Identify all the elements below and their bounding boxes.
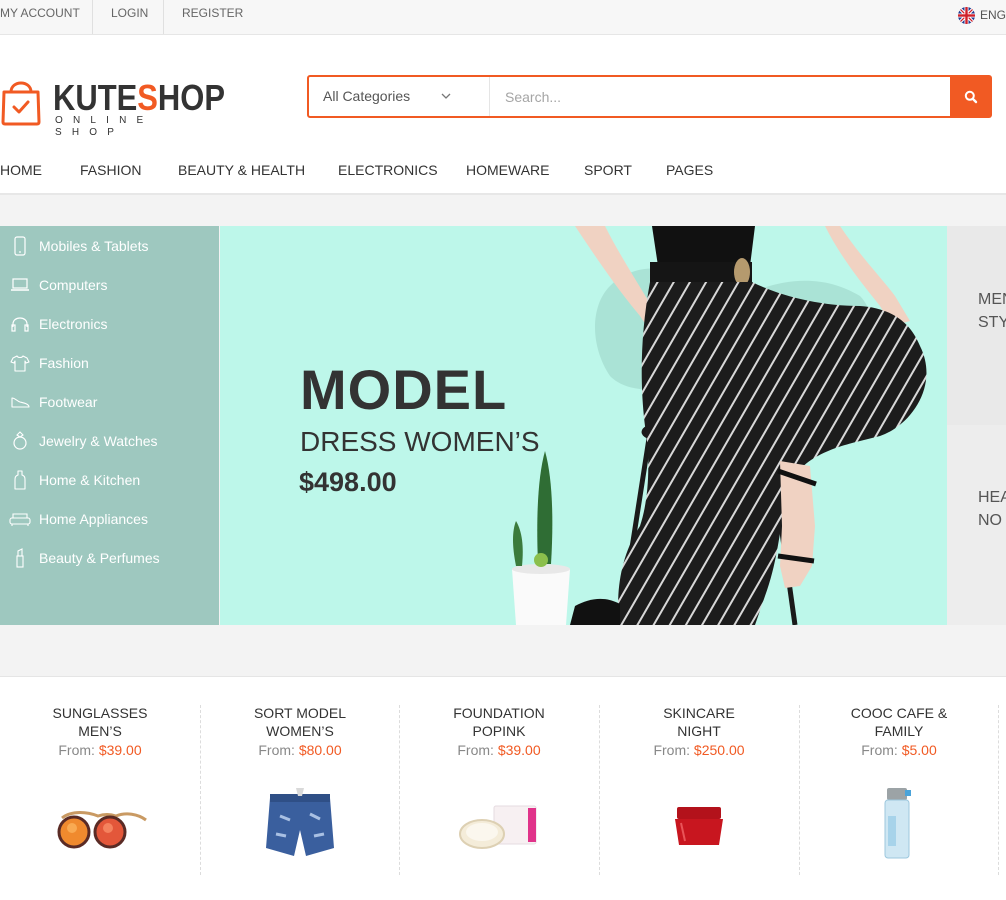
sunglasses-image (50, 786, 150, 866)
bottle-icon (0, 469, 40, 490)
shopping-bag-icon (1, 81, 41, 126)
language-label: ENG (980, 8, 1006, 22)
search-button[interactable] (950, 75, 992, 118)
nav-item-pages[interactable]: PAGES (666, 150, 713, 190)
nav-item-fashion[interactable]: FASHION (80, 150, 141, 190)
banner-title: MODEL (300, 358, 508, 421)
search-bar: All Categories (307, 75, 992, 118)
site-logo[interactable]: KUTESHOP ONLINE SHOP (0, 74, 230, 138)
category-item-beauty-perfumes[interactable]: Beauty & Perfumes (0, 538, 219, 577)
top-bar: MY ACCOUNT LOGIN REGISTER ENG (0, 0, 1006, 35)
banner-subtitle: DRESS WOMEN’S (300, 426, 540, 457)
register-link[interactable]: REGISTER (182, 0, 243, 34)
uk-flag-icon (958, 6, 975, 24)
product-card[interactable]: SUNGLASSES MEN’S From: $39.00 (0, 676, 200, 876)
product-price: From: $80.00 (258, 742, 342, 758)
headphones-icon (0, 315, 40, 333)
product-divider (998, 705, 999, 875)
product-name: SKINCARE NIGHT (663, 705, 735, 739)
nav-item-homeware[interactable]: HOMEWARE (466, 150, 549, 190)
category-label: Footwear (39, 393, 98, 410)
product-price: From: $250.00 (653, 742, 745, 758)
cushion-compact-image (449, 786, 549, 866)
logo-wordmark: KUTESHOP (53, 77, 226, 118)
product-card[interactable]: COOC CAFE & FAMILY From: $5.00 (799, 676, 999, 876)
top-bar-divider (92, 0, 93, 34)
lipstick-icon (0, 547, 40, 568)
category-label: Home & Kitchen (39, 471, 141, 488)
language-selector[interactable]: ENG (958, 6, 1006, 24)
promo-line: NO (978, 512, 1002, 529)
water-bottle-image (849, 786, 949, 866)
top-bar-divider (163, 0, 164, 34)
denim-shorts-image (250, 786, 350, 866)
product-name: COOC CAFE & FAMILY (850, 705, 948, 739)
promo-line: STY (978, 314, 1006, 331)
category-label: Electronics (39, 315, 108, 332)
category-item-home-kitchen[interactable]: Home & Kitchen (0, 460, 219, 499)
product-card[interactable]: SORT MODEL WOMEN’S From: $80.00 (200, 676, 400, 876)
category-item-computers[interactable]: Computers (0, 265, 219, 304)
category-item-electronics[interactable]: Electronics (0, 304, 219, 343)
category-select[interactable]: All Categories (309, 77, 490, 116)
hero-banner[interactable]: MODEL DRESS WOMEN’S $498.00 (220, 226, 947, 625)
login-link[interactable]: LOGIN (111, 0, 148, 34)
promo-line: MEN (978, 291, 1006, 308)
my-account-link[interactable]: MY ACCOUNT (0, 0, 80, 34)
banner-price: $498.00 (299, 467, 397, 497)
product-name: FOUNDATION POPINK (453, 705, 545, 739)
cream-jar-image (649, 786, 749, 866)
category-label: Computers (39, 276, 108, 293)
search-input[interactable] (491, 77, 949, 116)
promo-line: HEA (978, 489, 1006, 506)
chevron-down-icon (441, 77, 451, 133)
search-icon (964, 90, 978, 103)
product-price: From: $5.00 (861, 742, 937, 758)
category-item-fashion[interactable]: Fashion (0, 343, 219, 382)
nav-item-home[interactable]: HOME (0, 150, 42, 190)
product-card[interactable]: FOUNDATION POPINK From: $39.00 (399, 676, 599, 876)
category-label: Mobiles & Tablets (39, 237, 149, 254)
product-price: From: $39.00 (58, 742, 142, 758)
ring-icon (0, 430, 40, 451)
category-label: Beauty & Perfumes (39, 549, 160, 566)
laptop-icon (0, 277, 40, 293)
category-label: Home Appliances (39, 510, 148, 527)
category-select-value: All Categories (323, 88, 411, 104)
product-name: SORT MODEL WOMEN’S (253, 705, 347, 739)
category-menu: Mobiles & Tablets Computers Electronics … (0, 226, 219, 625)
shoe-icon (0, 394, 40, 410)
category-item-mobiles-tablets[interactable]: Mobiles & Tablets (0, 226, 219, 265)
nav-item-sport[interactable]: SPORT (584, 150, 632, 190)
category-item-jewelry-watches[interactable]: Jewelry & Watches (0, 421, 219, 460)
category-item-footwear[interactable]: Footwear (0, 382, 219, 421)
nav-item-electronics[interactable]: ELECTRONICS (338, 150, 438, 190)
nav-item-beauty-health[interactable]: BEAUTY & HEALTH (178, 150, 305, 190)
category-label: Jewelry & Watches (39, 432, 158, 449)
category-item-home-appliances[interactable]: Home Appliances (0, 499, 219, 538)
product-name: SUNGLASSES MEN’S (52, 705, 148, 739)
side-promo-health[interactable]: HEA NO (947, 425, 1006, 625)
main-navigation: HOME FASHION BEAUTY & HEALTH ELECTRONICS… (0, 150, 1006, 195)
product-price: From: $39.00 (457, 742, 541, 758)
logo-tagline: ONLINE SHOP (55, 115, 154, 138)
category-label: Fashion (39, 354, 89, 371)
side-promo-men[interactable]: MEN STY (947, 226, 1006, 425)
tshirt-icon (0, 354, 40, 372)
mobile-icon (0, 235, 40, 256)
product-card[interactable]: SKINCARE NIGHT From: $250.00 (599, 676, 799, 876)
sofa-icon (0, 511, 40, 527)
